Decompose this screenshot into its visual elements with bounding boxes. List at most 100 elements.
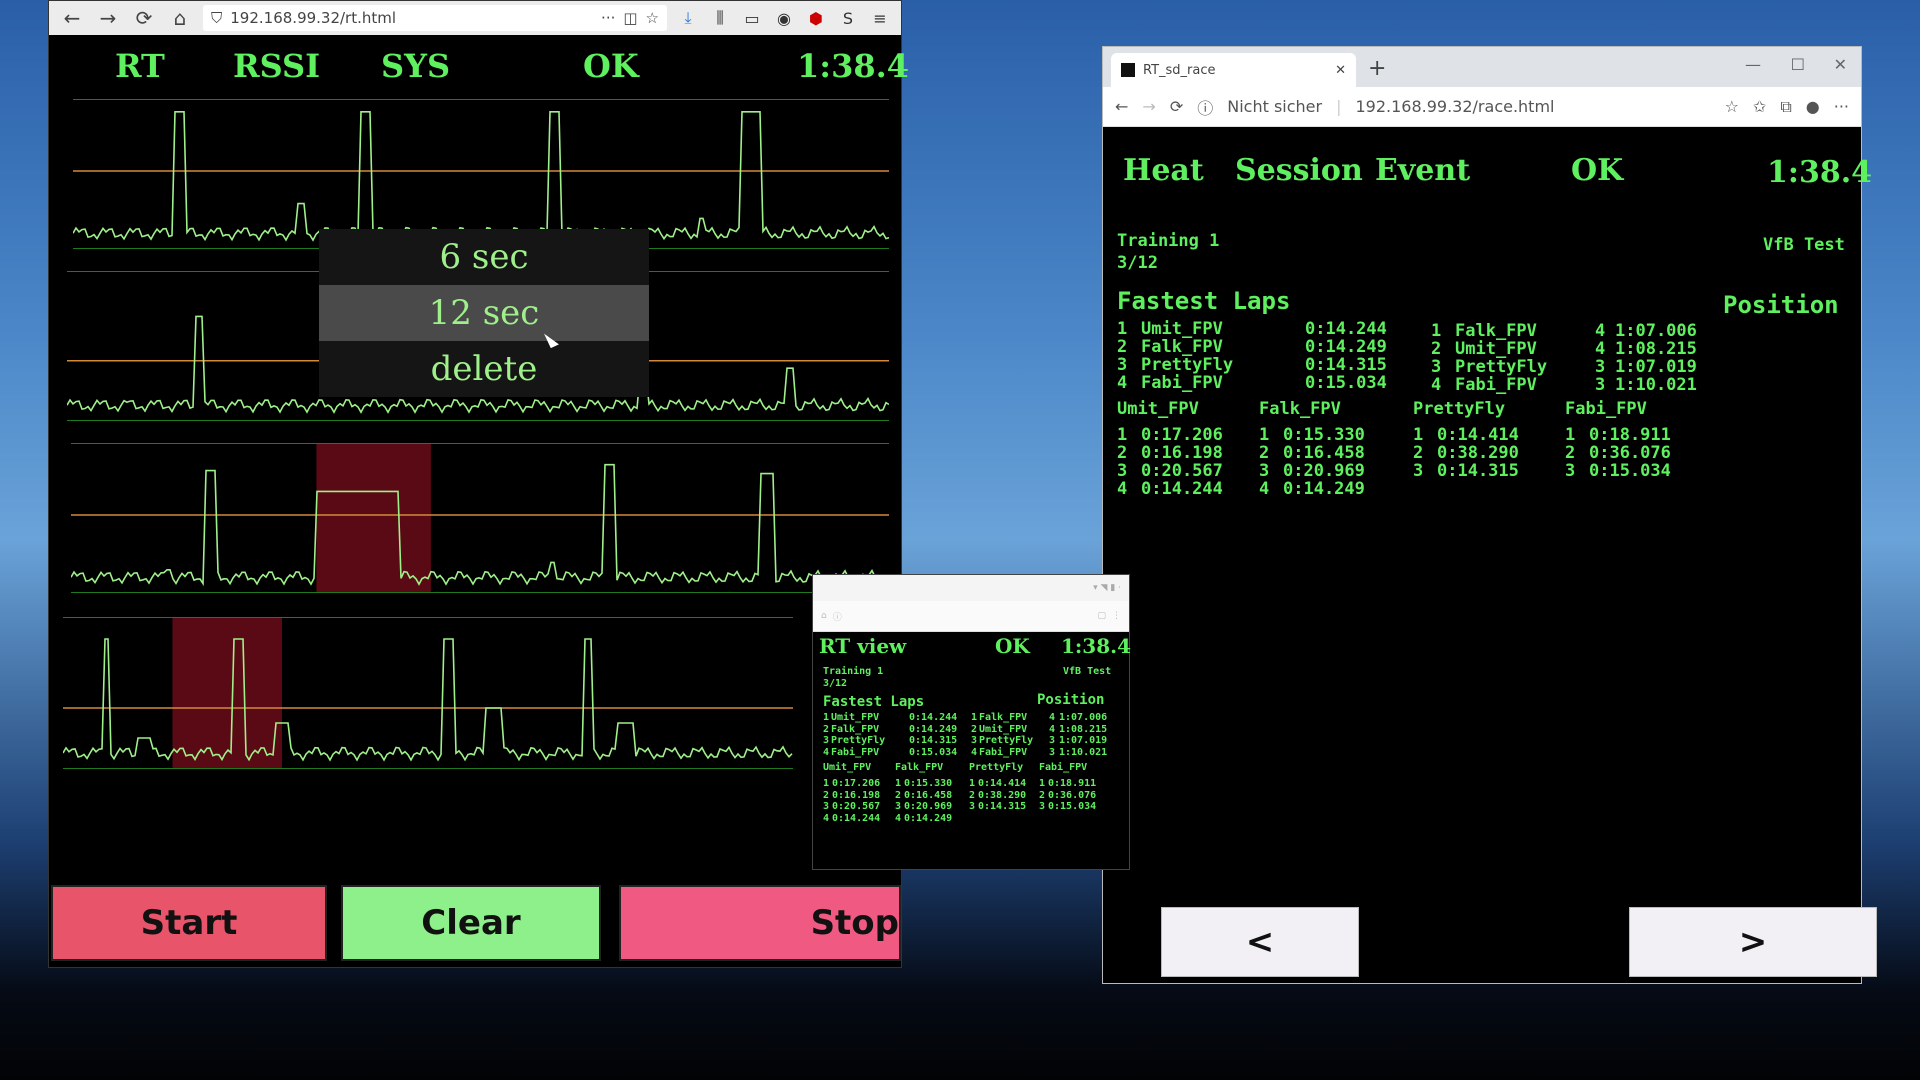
rssi-trace [71,463,888,587]
phone-position-laps: 3 [1049,746,1056,758]
lap-time: 0:20.567 [1141,461,1223,481]
phone-lap-number: 3 [823,801,830,812]
race-page: Heat Session Event OK 1:38.4 Training 1 … [1103,131,1872,983]
star-icon[interactable]: ☆ [646,9,659,27]
position-rank: 2 [1431,339,1442,359]
pilot-column-header: Umit_FPV [1117,399,1199,419]
position-title: Position [1723,291,1839,319]
phone-lap-number: 2 [969,789,976,801]
account-icon[interactable]: ◉ [773,7,795,29]
phone-position-pilot: PrettyFly [979,735,1034,746]
rssi-graphs [63,99,889,779]
position-pilot: Falk_FPV [1455,321,1537,341]
extension-icon[interactable]: S [837,7,859,29]
lap-time: 0:15.330 [1283,425,1365,445]
phone-content: RT view OK 1:38.4 Training 1 3/12 VfB Te… [813,632,1131,868]
close-tab-icon[interactable]: ✕ [1335,63,1346,78]
home-icon[interactable]: ⌂ [167,5,193,31]
more-icon[interactable]: ··· [601,9,615,27]
phone-position-time: 1:10.021 [1059,746,1108,758]
phone-position-time: 1:07.019 [1059,735,1108,746]
lap-number: 3 [1117,461,1128,481]
menu-icon[interactable]: ≡ [869,7,891,29]
tab-rssi[interactable]: RSSI [233,47,320,85]
rssi-graph-4[interactable] [63,617,793,769]
tabs-icon[interactable]: ▢ [1097,611,1106,621]
phone-lap-time: 0:16.198 [832,789,881,801]
fastest-time: 0:14.249 [1305,337,1387,357]
phone-lap-time: 0:17.206 [832,778,881,789]
phone-lap-time: 0:14.249 [904,812,953,824]
phone-position-time: 1:07.006 [1059,712,1108,723]
more-icon[interactable]: ⋮ [1112,611,1121,621]
start-button[interactable]: Start [51,885,327,961]
next-button[interactable]: > [1629,907,1877,977]
browser-tab-race[interactable]: RT_sd_race ✕ [1111,53,1356,87]
lap-number: 1 [1413,425,1424,445]
reload-icon[interactable]: ⟳ [131,5,157,31]
phone-fastest-pilot: Fabi_FPV [831,746,880,758]
lap-time: 0:16.458 [1283,443,1365,463]
maximize-icon[interactable]: ☐ [1791,55,1805,74]
lap-number: 2 [1117,443,1128,463]
address-bar[interactable]: ⛉ 192.168.99.32/rt.html ··· ◫ ☆ [203,5,667,31]
reload-icon[interactable]: ⟳ [1170,97,1183,116]
phone-lap-time: 0:20.969 [904,801,953,812]
position-time: 1:07.019 [1615,357,1697,377]
tab-rt[interactable]: RT [115,47,165,85]
tab-event[interactable]: Event [1375,153,1470,188]
rssi-trace [63,638,793,762]
phone-lap-time: 0:14.414 [978,778,1027,789]
lap-number: 2 [1259,443,1270,463]
pocket-icon[interactable]: ◫ [623,9,637,27]
menu-item-12-sec[interactable]: 12 sec [319,285,649,341]
profile-icon[interactable]: ● [1806,97,1820,116]
phone-address-bar[interactable]: ⌂ ⓘ ▢ ⋮ [813,601,1129,632]
address-bar[interactable]: ← → ⟳ ⓘ Nicht sicher | 192.168.99.32/rac… [1103,87,1861,127]
phone-fastest-rank: 2 [823,723,830,735]
download-icon[interactable]: ⤓ [677,7,699,29]
collections-icon[interactable]: ⧉ [1780,97,1791,117]
forward-icon[interactable]: → [95,5,121,31]
library-icon[interactable]: ⫼ [709,7,731,29]
tab-strip: RT_sd_race ✕ + — ☐ ✕ [1103,47,1861,87]
home-icon[interactable]: ⌂ [821,611,827,621]
phone-position-rank: 3 [971,735,978,746]
favicon-icon [1121,63,1135,77]
fastest-rank: 2 [1117,337,1128,357]
stop-button[interactable]: Stop [619,885,901,961]
sidebar-icon[interactable]: ▭ [741,7,763,29]
position-time: 1:10.021 [1615,375,1697,395]
star-icon[interactable]: ☆ [1725,97,1739,116]
tab-session[interactable]: Session [1235,153,1363,188]
new-tab-icon[interactable]: + [1368,56,1386,81]
phone-pilot-header: PrettyFly [969,762,1024,773]
phone-fastest-rank: 3 [823,735,830,746]
more-icon[interactable]: ··· [1834,97,1849,116]
forward-icon[interactable]: → [1142,97,1155,116]
info-icon: ⓘ [1197,98,1214,118]
rssi-trace [73,111,889,242]
back-icon[interactable]: ← [1115,97,1128,116]
lap-number: 3 [1413,461,1424,481]
favorites-icon[interactable]: ✩ [1753,97,1766,116]
minimize-icon[interactable]: — [1745,55,1761,74]
tab-sys[interactable]: SYS [381,47,450,85]
back-icon[interactable]: ← [59,5,85,31]
fastest-pilot: Fabi_FPV [1141,373,1223,393]
clear-button[interactable]: Clear [341,885,601,961]
prev-button[interactable]: < [1161,907,1359,977]
phone-position-laps: 4 [1049,723,1056,735]
tab-heat[interactable]: Heat [1123,153,1204,188]
phone-lap-number: 3 [895,801,902,812]
adblock-icon[interactable]: ⬢ [805,7,827,29]
rssi-graph-1[interactable] [73,99,889,249]
lap-time: 0:20.969 [1283,461,1365,481]
phone-lap-number: 2 [895,789,902,801]
menu-item-6-sec[interactable]: 6 sec [319,229,649,285]
menu-item-delete[interactable]: delete [319,341,649,397]
rssi-graph-3[interactable] [71,443,889,593]
close-window-icon[interactable]: ✕ [1834,55,1847,74]
phone-lap-number: 1 [1039,778,1046,789]
tab-title: RT_sd_race [1143,62,1216,78]
